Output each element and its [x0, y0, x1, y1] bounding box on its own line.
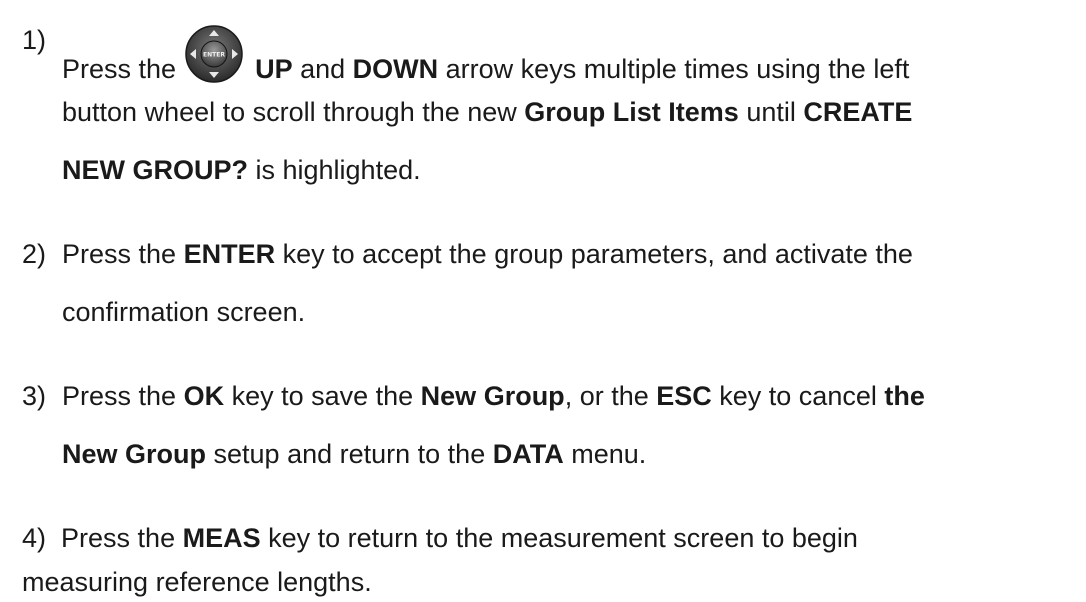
- step-1-line-1: Press the ENTER UP and DOWN arrow keys m…: [62, 24, 909, 84]
- step-2-line-2: confirmation screen.: [62, 297, 306, 327]
- step-2-line-1: Press the ENTER key to accept the group …: [62, 239, 913, 269]
- step-3-line-1: Press the OK key to save the New Group, …: [62, 381, 925, 411]
- step-number: 4): [22, 523, 47, 553]
- svg-text:ENTER: ENTER: [203, 52, 225, 59]
- enter-wheel-icon: ENTER: [184, 24, 244, 84]
- step-3-line-2: New Group setup and return to the DATA m…: [62, 439, 647, 469]
- step-4-line-2: measuring reference lengths.: [22, 567, 372, 597]
- step-1-line-2: button wheel to scroll through the new G…: [62, 97, 913, 127]
- step-4-line-1: 4) Press the MEAS key to return to the m…: [22, 523, 858, 553]
- step-number: 3): [22, 381, 47, 411]
- step-number: 2): [22, 239, 47, 269]
- step-1-line-3: NEW GROUP? is highlighted.: [62, 155, 421, 185]
- step-number: 1): [22, 25, 47, 55]
- instruction-document: 1) Press the ENTER UP and DOWN arrow key…: [0, 0, 1086, 602]
